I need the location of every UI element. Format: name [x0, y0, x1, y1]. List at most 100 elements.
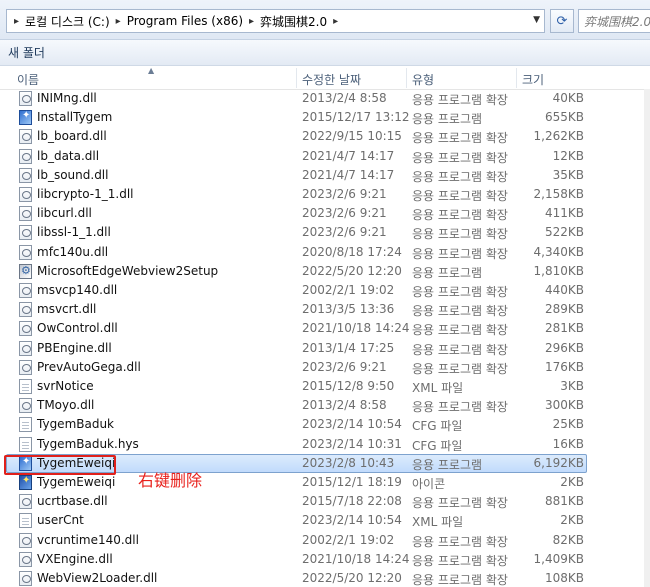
command-toolbar: 새 폴더 — [0, 40, 650, 66]
file-row[interactable]: WebView2Loader.dll 2022/5/20 12:20 응용 프로그램… — [0, 569, 650, 587]
file-name: MicrosoftEdgeWebview2Setup — [37, 263, 219, 278]
file-date: 2022/5/20 12:20 — [302, 263, 402, 278]
file-type: XML 파일 — [412, 515, 464, 530]
document-file-icon — [19, 417, 32, 433]
file-row[interactable]: libssl-1_1.dll 2023/2/6 9:21 응용 프로그램 확장 522… — [0, 223, 650, 242]
file-row[interactable]: lb_data.dll 2021/4/7 14:17 응용 프로그램 확장 12KB — [0, 147, 650, 166]
file-date: 2021/4/7 14:17 — [302, 148, 395, 163]
file-name: PrevAutoGega.dll — [37, 359, 141, 374]
column-date[interactable]: 수정한 날짜 — [302, 71, 361, 88]
file-type: 아이콘 — [412, 477, 446, 491]
new-folder-button[interactable]: 새 폴더 — [4, 42, 49, 63]
file-row[interactable]: MicrosoftEdgeWebview2Setup 2022/5/20 12:2… — [0, 262, 650, 281]
file-row[interactable]: mfc140u.dll 2020/8/18 17:24 응용 프로그램 확장 4,34… — [0, 243, 650, 262]
column-divider[interactable] — [296, 68, 297, 88]
file-size: 2KB — [560, 513, 584, 528]
breadcrumb-program-files[interactable]: Program Files (x86) — [124, 14, 246, 28]
file-date: 2002/2/1 19:02 — [302, 532, 395, 547]
file-name: PBEngine.dll — [37, 340, 112, 355]
file-date: 2013/3/5 13:36 — [302, 302, 395, 317]
file-row[interactable]: ucrtbase.dll 2015/7/18 22:08 응용 프로그램 확장 881… — [0, 492, 650, 511]
column-divider[interactable] — [406, 68, 407, 88]
file-type: XML 파일 — [412, 381, 464, 395]
file-row[interactable]: svrNotice 2015/12/8 9:50 XML 파일 3KB — [0, 377, 650, 396]
file-name: TygemEweiqi — [37, 475, 116, 489]
file-size: 289KB — [544, 302, 584, 317]
dll-file-icon — [19, 244, 32, 260]
breadcrumb-local-disk[interactable]: 로컬 디스크 (C:) — [22, 13, 113, 30]
file-row[interactable]: INIMng.dll 2013/2/4 8:58 응용 프로그램 확장 40KB — [0, 89, 650, 108]
breadcrumb-tygem-folder[interactable]: 弈城围棋2.0 — [257, 13, 330, 30]
file-date: 2013/2/4 8:58 — [302, 91, 387, 105]
column-divider[interactable] — [516, 68, 517, 88]
file-size: 25KB — [552, 417, 584, 432]
file-size: 522KB — [544, 225, 584, 240]
file-row[interactable]: PrevAutoGega.dll 2023/2/6 9:21 응용 프로그램 확장 1… — [0, 358, 650, 377]
breadcrumb-separator[interactable]: ▸ — [246, 16, 257, 27]
file-size: 440KB — [544, 283, 584, 297]
dll-file-icon — [19, 321, 32, 337]
file-row[interactable]: userCnt 2023/2/14 10:54 XML 파일 2KB — [0, 511, 650, 530]
file-type: CFG 파일 — [412, 419, 463, 434]
file-date: 2023/2/14 10:54 — [302, 417, 402, 432]
file-type: 응용 프로그램 — [412, 265, 483, 280]
file-row[interactable]: libcurl.dll 2023/2/6 9:21 응용 프로그램 확장 411KB — [0, 204, 650, 223]
file-date: 2022/5/20 12:20 — [302, 571, 402, 585]
file-date: 2013/2/4 8:58 — [302, 398, 387, 413]
file-row[interactable]: msvcp140.dll 2002/2/1 19:02 응용 프로그램 확장 440K… — [0, 281, 650, 300]
file-type: 응용 프로그램 확장 — [412, 323, 508, 338]
file-name: userCnt — [37, 513, 84, 528]
file-row[interactable]: InstallTygem 2015/12/17 13:12응용 프로그램 655KB — [0, 108, 650, 127]
dll-file-icon — [19, 340, 32, 356]
file-date: 2023/2/14 10:31 — [302, 436, 402, 451]
file-row[interactable]: PBEngine.dll 2013/1/4 17:25 응용 프로그램 확장 296K… — [0, 339, 650, 358]
file-size: 4,340KB — [533, 244, 584, 259]
file-type: 응용 프로그램 확장 — [412, 342, 508, 357]
file-row[interactable]: TygemEweiqi 2015/12/1 18:19 아이콘 2KB — [0, 473, 650, 492]
file-size: 82KB — [552, 532, 584, 547]
annotation-label: 右键删除 — [138, 471, 203, 490]
file-type: 응용 프로그램 확장 — [412, 93, 508, 107]
breadcrumb-separator[interactable]: ▸ — [113, 16, 124, 27]
file-type: 응용 프로그램 확장 — [412, 131, 508, 146]
file-row[interactable]: TygemBaduk.hys 2023/2/14 10:31 CFG 파일 16KB — [0, 435, 650, 454]
file-type: CFG 파일 — [412, 438, 463, 453]
file-name: TygemBaduk — [37, 417, 115, 432]
search-input[interactable]: 弈城围棋2.0 — [578, 9, 650, 33]
file-row[interactable]: VXEngine.dll 2021/10/18 14:24 응용 프로그램 확장 1,… — [0, 550, 650, 569]
file-row[interactable]: msvcrt.dll 2013/3/5 13:36 응용 프로그램 확장 289KB — [0, 300, 650, 319]
breadcrumb-leading-chevron[interactable]: ▸ — [11, 16, 22, 27]
file-size: 655KB — [544, 110, 584, 125]
chevron-down-icon[interactable]: ▼ — [533, 15, 540, 25]
refresh-button[interactable]: ⟳ — [550, 9, 574, 33]
file-name: msvcp140.dll — [37, 283, 118, 297]
file-size: 296KB — [544, 340, 584, 355]
breadcrumb[interactable]: ▸ 로컬 디스크 (C:) ▸ Program Files (x86) ▸ 弈城… — [6, 9, 545, 33]
file-name: InstallTygem — [37, 110, 113, 125]
vertical-scrollbar[interactable] — [644, 89, 650, 587]
file-date: 2021/10/18 14:24 — [302, 551, 410, 566]
file-row[interactable]: libcrypto-1_1.dll 2023/2/6 9:21 응용 프로그램 확장… — [0, 185, 650, 204]
file-size: 881KB — [544, 494, 584, 509]
file-size: 1,409KB — [533, 551, 584, 566]
dll-file-icon — [19, 532, 32, 548]
file-size: 176KB — [544, 359, 584, 374]
breadcrumb-separator[interactable]: ▸ — [330, 16, 341, 27]
file-name: VXEngine.dll — [37, 551, 113, 566]
column-size[interactable]: 크기 — [522, 71, 544, 88]
file-row[interactable]: TMoyo.dll 2013/2/4 8:58 응용 프로그램 확장 300KB — [0, 396, 650, 415]
dll-file-icon — [19, 494, 32, 510]
file-row[interactable]: TygemBaduk 2023/2/14 10:54 CFG 파일 25KB — [0, 415, 650, 434]
file-date: 2015/12/8 9:50 — [302, 379, 395, 393]
file-type: 응용 프로그램 확장 — [412, 400, 508, 415]
file-type: 응용 프로그램 확장 — [412, 361, 508, 376]
file-type: 응용 프로그램 — [412, 457, 483, 472]
file-size: 281KB — [544, 321, 584, 336]
column-name[interactable]: 이름 — [17, 71, 39, 88]
file-row[interactable]: lb_board.dll 2022/9/15 10:15 응용 프로그램 확장 1,2… — [0, 127, 650, 146]
file-row[interactable]: lb_sound.dll 2021/4/7 14:17 응용 프로그램 확장 35KB — [0, 166, 650, 185]
file-name: INIMng.dll — [37, 91, 97, 105]
file-row[interactable]: OwControl.dll 2021/10/18 14:24 응용 프로그램 확장 2… — [0, 319, 650, 338]
file-row[interactable]: vcruntime140.dll 2002/2/1 19:02 응용 프로그램 확장… — [0, 531, 650, 550]
column-type[interactable]: 유형 — [412, 71, 434, 88]
